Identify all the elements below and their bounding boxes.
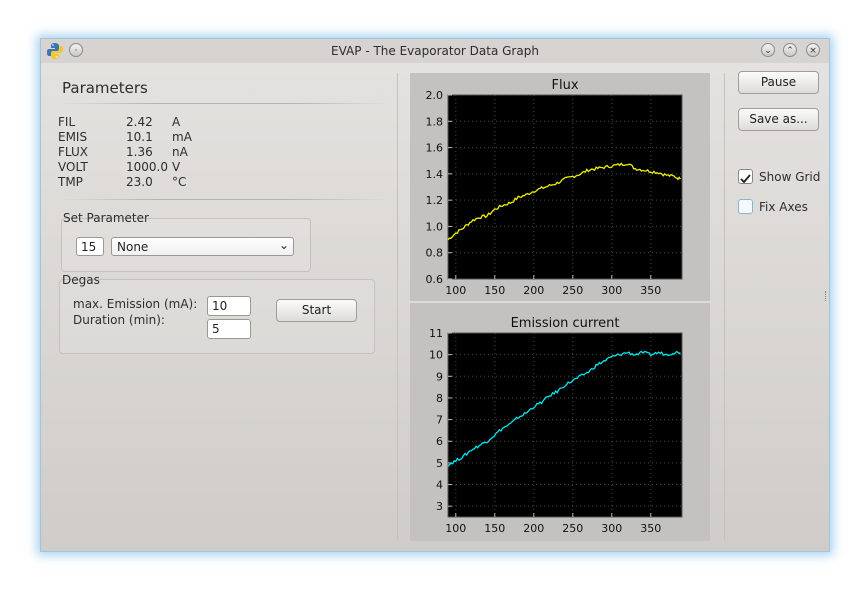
flux-tick-label-y: 1.4 (426, 168, 444, 181)
parameter-name: FIL (58, 115, 76, 129)
emission-tick-label-y: 8 (436, 392, 443, 405)
chevron-down-icon: ⌄ (278, 238, 289, 252)
emission-tick-label-x: 200 (523, 522, 544, 535)
max-emission-input[interactable]: 10 (207, 296, 251, 316)
emission-plot-area (447, 332, 683, 518)
parameter-unit: A (172, 115, 181, 129)
emission-tick-label-y: 3 (436, 500, 443, 513)
parameter-name: VOLT (58, 160, 88, 174)
emission-tick-label-y: 9 (436, 370, 443, 383)
checkmark-icon (740, 174, 751, 184)
fix-axes-label[interactable]: Fix Axes (759, 200, 808, 214)
flux-tick-label-x: 250 (562, 284, 583, 297)
parameter-name: EMIS (58, 130, 88, 144)
flux-tick-label-y: 2.0 (426, 89, 444, 102)
fix-axes-checkbox[interactable] (738, 199, 753, 214)
flux-tick-label-x: 100 (445, 284, 466, 297)
flux-tick-label-y: 0.6 (426, 273, 444, 286)
flux-chart-title: Flux (551, 78, 578, 93)
parameter-value: 2.42 (126, 115, 153, 129)
parameter-select[interactable]: None ⌄ (111, 237, 294, 256)
parameter-value: 1.36 (126, 145, 153, 159)
main-window: · EVAP - The Evaporator Data Graph ⌄ ⌃ ×… (40, 38, 830, 552)
flux-tick-label-y: 1.0 (426, 220, 444, 233)
flux-tick-label-y: 1.8 (426, 115, 444, 128)
parameters-heading: Parameters (62, 79, 148, 97)
emission-tick-label-x: 350 (640, 522, 661, 535)
emission-tick-label-y: 6 (436, 435, 443, 448)
plot-panel: Flux 100 150 200 250 300 350 0.6 0.8 1.0 1.2 1.4 1.6… (410, 73, 710, 541)
flux-plot-area (447, 94, 683, 280)
minimize-icon[interactable]: ⌄ (761, 43, 775, 57)
flux-tick-label-x: 150 (484, 284, 505, 297)
left-splitter[interactable] (397, 73, 398, 541)
parameter-unit: V (172, 160, 181, 174)
show-grid-label[interactable]: Show Grid (759, 170, 820, 184)
flux-tick-label-x: 350 (640, 284, 661, 297)
parameter-select-value: None (117, 240, 149, 254)
parameter-value: 23.0 (126, 175, 153, 189)
parameter-value-input[interactable]: 15 (76, 237, 104, 256)
flux-tick-label-y: 1.2 (426, 194, 444, 207)
degas-title: Degas (62, 273, 100, 287)
maximize-icon[interactable]: ⌃ (783, 43, 797, 57)
flux-tick-label-x: 300 (601, 284, 622, 297)
duration-input[interactable]: 5 (207, 319, 251, 339)
emission-tick-label-x: 300 (601, 522, 622, 535)
emission-tick-label-y: 5 (436, 457, 443, 470)
content-area: Parameters FIL 2.42 A EMIS 10.1 mA FLUX 1.36 nA V… (41, 63, 829, 551)
parameter-unit: mA (172, 130, 192, 144)
parameters-divider (59, 103, 389, 104)
flux-tick-label-y: 0.8 (426, 247, 444, 260)
parameter-unit: °C (172, 175, 187, 189)
plots-svg: Flux 100 150 200 250 300 350 0.6 0.8 1.0 1.2 1.4 1.6… (410, 78, 710, 535)
max-emission-label: max. Emission (mA): (73, 297, 198, 311)
duration-label: Duration (min): (73, 313, 165, 327)
start-button[interactable]: Start (276, 299, 357, 322)
emission-tick-label-y: 11 (429, 327, 443, 340)
emission-tick-label-x: 100 (445, 522, 466, 535)
flux-tick-label-x: 200 (523, 284, 544, 297)
emission-chart-title: Emission current (511, 316, 620, 331)
emission-tick-label-x: 250 (562, 522, 583, 535)
flux-tick-label-y: 1.6 (426, 142, 444, 155)
parameter-name: FLUX (58, 145, 88, 159)
parameter-unit: nA (172, 145, 188, 159)
parameters-bottom-divider (59, 199, 389, 200)
close-icon[interactable]: × (806, 43, 820, 57)
emission-tick-label-y: 10 (429, 349, 443, 362)
parameter-value: 1000.0 (126, 160, 168, 174)
emission-tick-label-y: 4 (436, 479, 443, 492)
save-as-button[interactable]: Save as... (738, 108, 819, 131)
emission-tick-label-x: 150 (484, 522, 505, 535)
pause-button[interactable]: Pause (738, 71, 819, 94)
parameter-value: 10.1 (126, 130, 153, 144)
title-bar[interactable]: · EVAP - The Evaporator Data Graph ⌄ ⌃ × (41, 39, 829, 63)
resize-grip-icon[interactable] (825, 291, 828, 301)
right-splitter[interactable] (724, 73, 725, 541)
emission-tick-label-y: 7 (436, 414, 443, 427)
parameter-name: TMP (58, 175, 83, 189)
set-parameter-title: Set Parameter (63, 211, 149, 225)
show-grid-checkbox[interactable] (738, 169, 753, 184)
window-title: EVAP - The Evaporator Data Graph (331, 44, 539, 58)
